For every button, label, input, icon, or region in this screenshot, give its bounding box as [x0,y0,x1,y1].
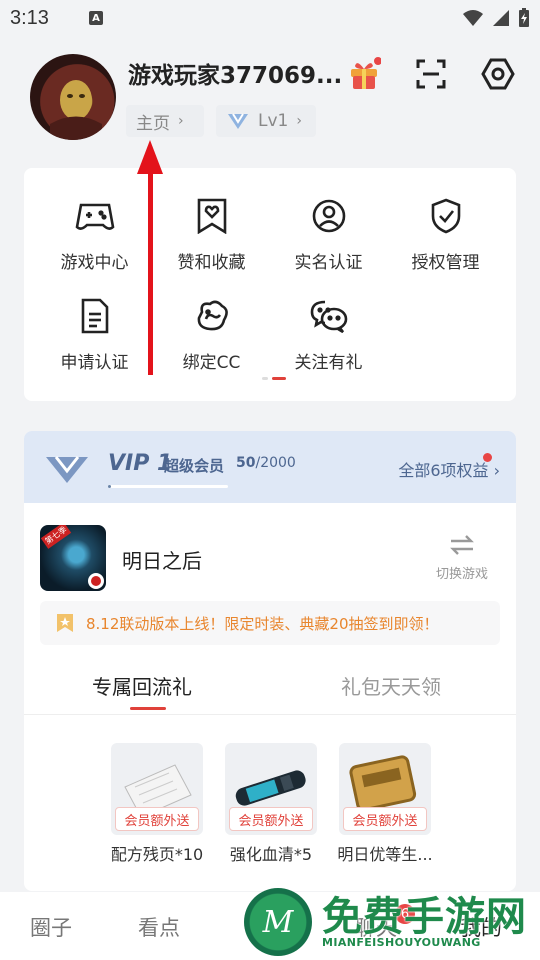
current-game-row: 第七季 明日之后 切换游戏 [24,521,516,591]
gift-image: 会员额外送 [111,743,203,835]
vip-diamond-icon [46,456,88,483]
vip-progress-fill [108,485,111,488]
chevron-right-icon: › [493,461,500,480]
gamepad-icon [75,203,114,230]
vip-notification-dot [483,453,492,462]
feature-label: 授权管理 [411,253,480,273]
home-page-label: 主页 [136,113,170,134]
feature-authorization[interactable]: 授权管理 [387,196,504,286]
grid-pager [262,377,286,380]
vip-diamond-icon [228,113,248,129]
game-thumbnail[interactable]: 第七季 [40,525,106,591]
gift-icon [351,57,381,89]
battery-icon [519,8,529,27]
gift-button[interactable] [346,56,382,92]
gift-item[interactable]: 会员额外送 配方残页*10 [102,743,212,865]
home-page-button[interactable]: 主页 › [126,105,204,137]
gift-image: 会员额外送 [225,743,317,835]
watermark-logo-icon: M [244,888,312,956]
gift-name: 配方残页*10 [110,845,204,864]
chevron-right-icon: › [178,113,184,129]
vip-score-total: /2000 [255,455,296,471]
user-circle-icon [312,199,345,233]
annotation-arrow-head [137,140,163,174]
feature-bind-cc[interactable]: 绑定CC [153,296,270,386]
gift-tag: 会员额外送 [229,807,313,831]
cc-bind-icon [197,300,228,331]
settings-hexagon-icon [481,58,515,90]
pager-dot [262,377,268,380]
feature-label: 申请认证 [60,353,129,373]
vip-bar[interactable]: VIP 1 超级会员 50/2000 全部6项权益 › [24,431,516,503]
signal-icon [493,10,509,26]
site-watermark: M 免费手游网 MIANFEISHOUYOUWANG [244,884,540,960]
pager-dot-active [272,377,286,380]
switch-game-button[interactable]: 切换游戏 [436,533,488,582]
gift-tabs: 专属回流礼 礼包天天领 [24,671,516,715]
tab-indicator [130,707,166,710]
status-time: 3:13 [10,6,49,29]
nav-highlights[interactable]: 看点 [138,912,180,942]
notice-text: 8.12联动版本上线！限定时装、典藏20抽签到即领！ [86,614,439,633]
vip-rights-label: 全部6项权益 [398,461,489,480]
status-bar: 3:13 A [0,0,540,36]
vip-tier: 超级会员 [164,457,225,475]
game-logo-icon [88,573,104,589]
feature-apply-certification[interactable]: 申请认证 [36,296,153,386]
gift-tag: 会员额外送 [115,807,199,831]
bookmark-heart-icon [197,198,226,234]
wechat-icon [310,300,347,333]
tab-daily-gift[interactable]: 礼包天天领 [341,671,441,700]
notice-banner[interactable]: 8.12联动版本上线！限定时装、典藏20抽签到即领！ [40,601,500,645]
profile-header: 游戏玩家377069... 主页 › Lv1 › [0,44,540,154]
wifi-icon [463,10,483,26]
gift-image: 会员额外送 [339,743,431,835]
feature-label: 赞和收藏 [177,253,246,273]
avatar-image [50,80,102,140]
gift-name: 强化血清*5 [229,845,313,864]
tab-comeback-gift[interactable]: 专属回流礼 [92,671,192,700]
feature-real-name[interactable]: 实名认证 [270,196,387,286]
username[interactable]: 游戏玩家377069... [128,56,342,90]
notification-badge-icon: A [88,11,103,25]
watermark-title: 免费手游网 [322,894,527,940]
feature-game-center[interactable]: 游戏中心 [36,196,153,286]
annotation-arrow-shaft [148,150,153,375]
scan-icon [416,59,446,89]
feature-label: 游戏中心 [60,253,129,273]
level-button[interactable]: Lv1 › [216,105,316,137]
vip-card: VIP 1 超级会员 50/2000 全部6项权益 › 第七季 明日之后 切换游… [24,431,516,891]
document-icon [81,298,108,334]
star-flag-icon [57,614,73,632]
vip-progress-bar [108,485,228,488]
watermark-subtitle: MIANFEISHOUYOUWANG [322,936,481,949]
gift-tag: 会员额外送 [343,807,427,831]
nav-circle[interactable]: 圈子 [30,912,72,942]
gift-name: 明日优等生... [337,845,433,864]
status-icons [462,8,530,28]
gift-item[interactable]: 会员额外送 明日优等生... [330,743,440,865]
vip-title: VIP 1 [108,451,173,476]
vip-score: 50/2000 [236,455,296,471]
shield-check-icon [431,198,460,234]
feature-follow-gift[interactable]: 关注有礼 [270,296,387,386]
switch-game-label: 切换游戏 [435,567,488,582]
feature-label: 关注有礼 [294,353,363,373]
feature-grid: 游戏中心 赞和收藏 实名认证 授权管理 申请认证 绑定CC 关注有礼 [24,168,516,401]
feature-label: 绑定CC [182,353,241,373]
scan-button[interactable] [413,56,449,92]
feature-likes-favorites[interactable]: 赞和收藏 [153,196,270,286]
avatar[interactable] [30,54,116,140]
game-name: 明日之后 [122,549,202,573]
gift-item[interactable]: 会员额外送 强化血清*5 [216,743,326,865]
settings-button[interactable] [480,56,516,92]
level-label: Lv1 [258,111,289,131]
feature-label: 实名认证 [294,253,363,273]
vip-score-value: 50 [236,455,256,471]
switch-arrows-icon [450,535,474,555]
chevron-right-icon: › [296,113,302,129]
